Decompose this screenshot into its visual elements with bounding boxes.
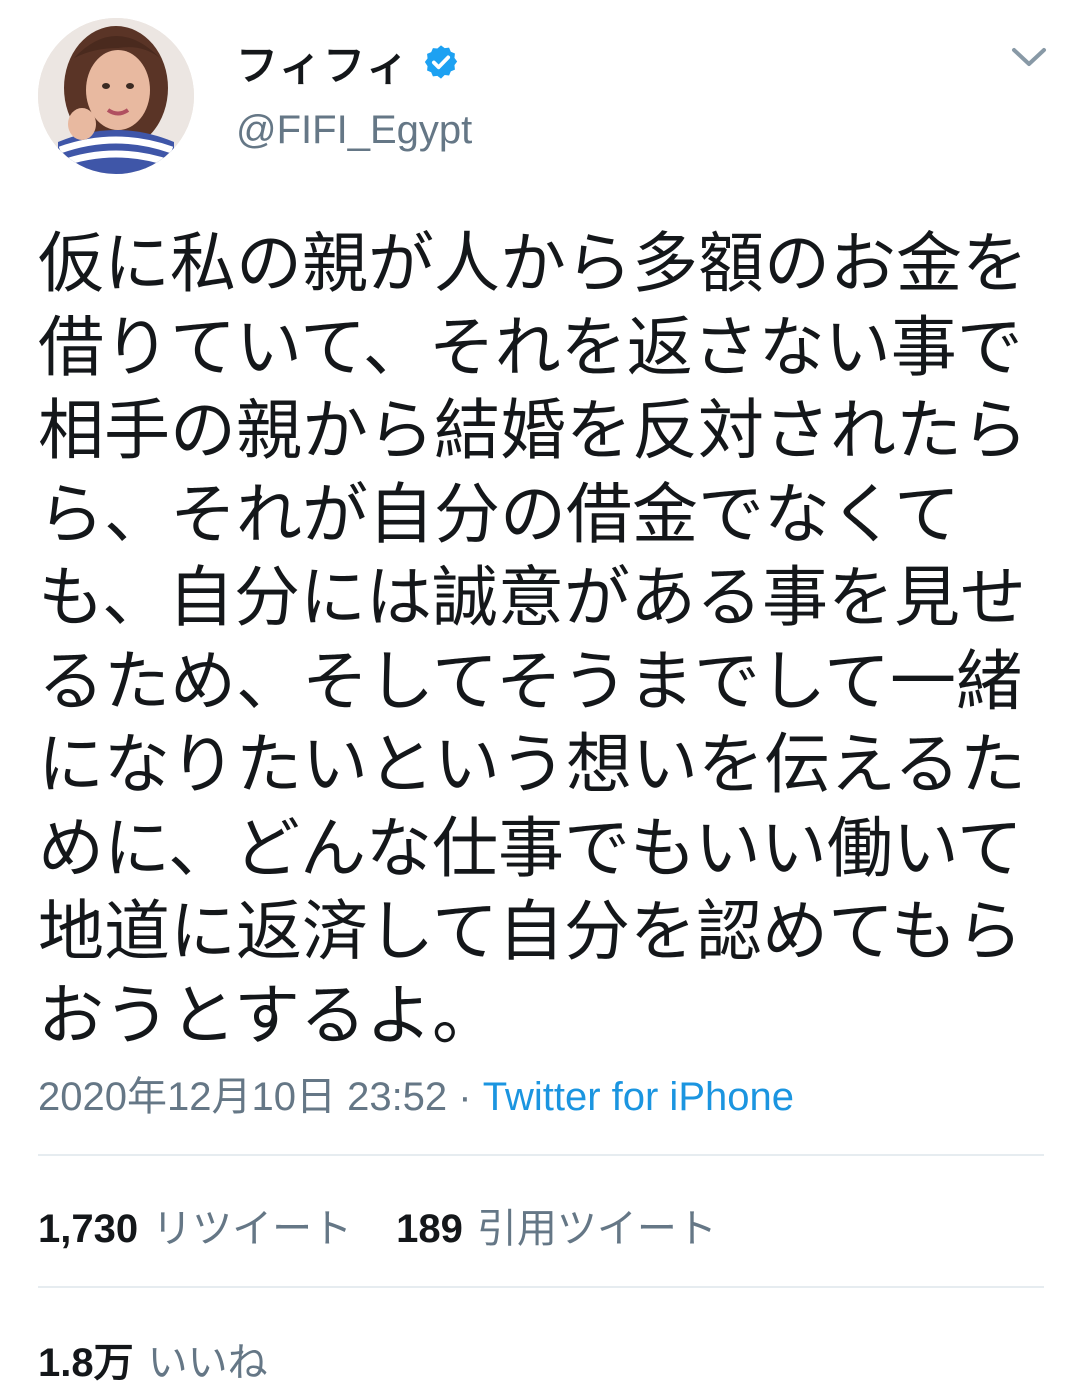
chevron-down-icon[interactable] bbox=[1008, 40, 1050, 74]
verified-badge-icon bbox=[422, 43, 460, 81]
retweets-count[interactable]: 1,730 bbox=[38, 1207, 138, 1252]
user-handle[interactable]: @FIFI_Egypt bbox=[236, 108, 472, 153]
tweet-text-line: めに、どんな仕事でもいい働いて bbox=[38, 809, 1023, 887]
tweet-text-line: も、自分には誠意がある事を見せ bbox=[38, 559, 1027, 636]
source-link[interactable]: Twitter for iPhone bbox=[483, 1075, 794, 1119]
tweet-header: フィフィ @FIFI_Egypt bbox=[0, 0, 1080, 200]
likes-label[interactable]: いいね bbox=[148, 1330, 268, 1388]
name-row: フィフィ bbox=[236, 34, 460, 90]
tweet-text-line: 相手の親から結婚を反対されたら bbox=[38, 392, 1028, 469]
timestamp[interactable]: 2020年12月10日 23:52 bbox=[38, 1075, 447, 1119]
engagement-stats: 1,730 リツイート 189 引用ツイート bbox=[38, 1196, 761, 1254]
avatar[interactable] bbox=[38, 18, 194, 174]
retweets-label[interactable]: リツイート bbox=[152, 1196, 352, 1254]
tweet-meta: 2020年12月10日 23:52 · Twitter for iPhone bbox=[38, 1064, 794, 1122]
tweet-text-line: 地道に返済して自分を認めてもら bbox=[38, 893, 1023, 970]
likes-count[interactable]: 1.8万 bbox=[38, 1330, 134, 1388]
tweet-text-line: 借りていて、それを返さない事で bbox=[38, 308, 1023, 386]
divider bbox=[38, 1286, 1044, 1288]
likes-stat: 1.8万 いいね bbox=[38, 1330, 312, 1388]
tweet-text-line: おうとするよ。 bbox=[38, 976, 499, 1054]
quotes-count[interactable]: 189 bbox=[396, 1207, 463, 1252]
avatar-image bbox=[38, 18, 194, 174]
display-name[interactable]: フィフィ bbox=[236, 32, 410, 93]
quotes-label[interactable]: 引用ツイート bbox=[477, 1196, 717, 1254]
tweet-text-line: になりたいという想いを伝えるた bbox=[38, 726, 1027, 803]
divider bbox=[38, 1154, 1044, 1156]
tweet-text-line: るため、そしてそうまでして一緒 bbox=[38, 642, 1023, 720]
meta-separator: · bbox=[447, 1075, 483, 1119]
tweet-text-line: ら、それが自分の借金でなくて bbox=[38, 475, 961, 553]
tweet-text-line: 仮に私の親が人から多額のお金を bbox=[38, 225, 1028, 302]
tweet-text: 仮に私の親が人から多額のお金を 借りていて、それを返さない事で 相手の親から結婚… bbox=[38, 222, 1038, 1057]
